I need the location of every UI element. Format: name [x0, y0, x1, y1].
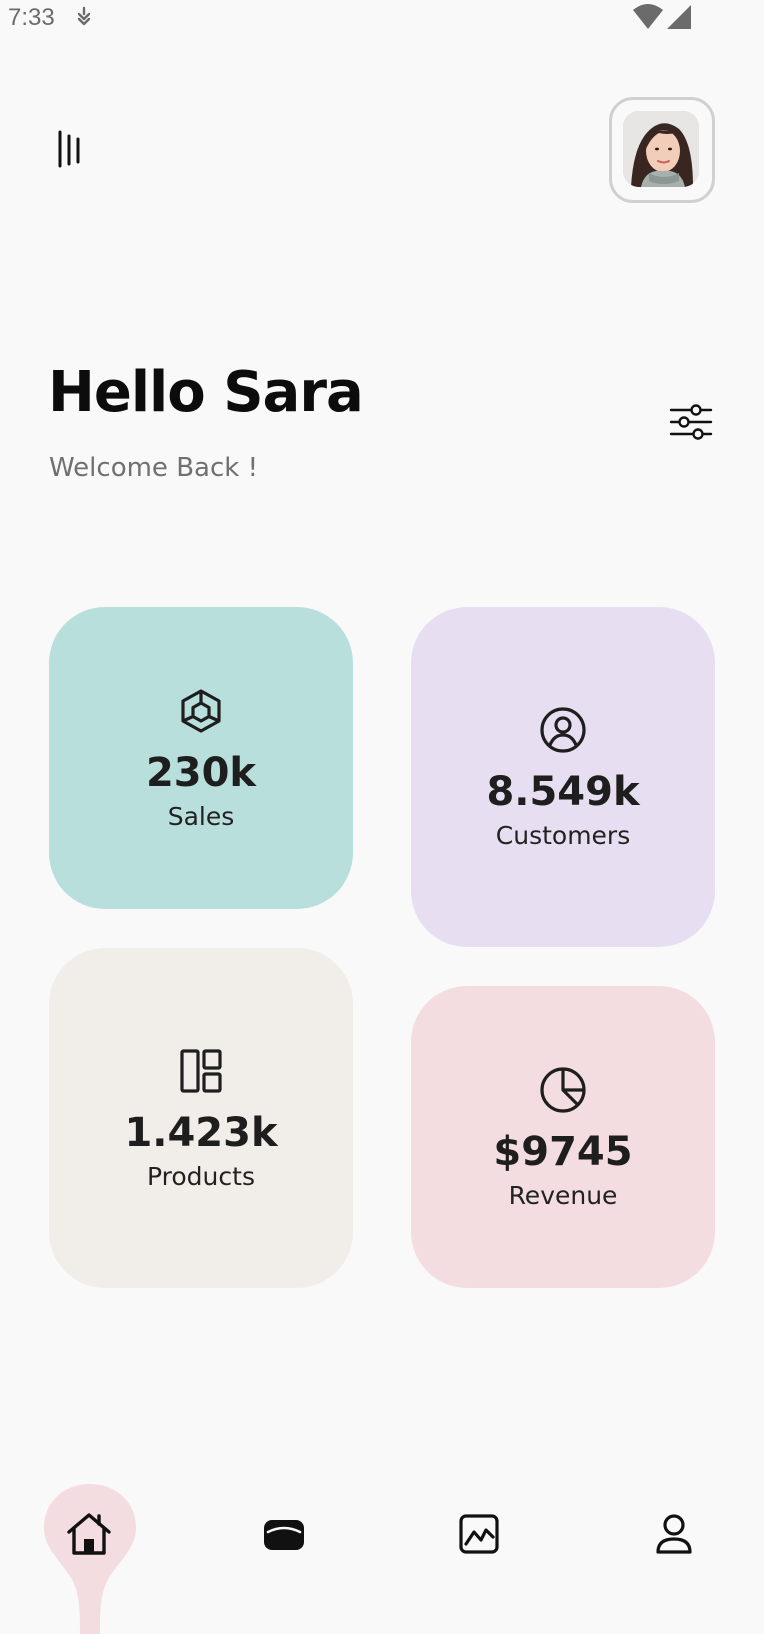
pie-chart-icon: [540, 1066, 586, 1113]
customers-label: Customers: [495, 820, 631, 850]
nav-wallet[interactable]: [260, 1510, 308, 1558]
stat-card-products[interactable]: 1.423k Products: [49, 948, 353, 1288]
page-title: Hello Sara: [48, 360, 364, 425]
avatar: [623, 111, 699, 187]
revenue-label: Revenue: [508, 1180, 618, 1210]
welcome-subtitle: Welcome Back !: [49, 453, 259, 483]
customers-value: 8.549k: [486, 768, 640, 815]
status-time: 7:33: [8, 4, 55, 31]
stat-card-revenue[interactable]: $9745 Revenue: [411, 986, 715, 1288]
wifi-icon: [633, 4, 663, 29]
user-circle-icon: [540, 706, 586, 753]
menu-button[interactable]: [50, 126, 90, 170]
menu-bars-icon: [58, 130, 80, 168]
avatar-button[interactable]: [609, 97, 715, 203]
sales-value: 230k: [145, 749, 257, 796]
filter-button[interactable]: [668, 402, 714, 442]
stat-card-sales[interactable]: 230k Sales: [49, 607, 353, 909]
revenue-value: $9745: [493, 1128, 633, 1175]
chart-icon: [459, 1514, 499, 1554]
nav-stats[interactable]: [455, 1510, 503, 1558]
home-icon: [67, 1513, 111, 1555]
profile-icon: [656, 1514, 692, 1554]
sales-label: Sales: [167, 801, 235, 831]
products-label: Products: [147, 1161, 255, 1191]
status-bar: 7:33: [0, 0, 764, 36]
user-avatar-photo: [623, 111, 699, 187]
sliders-icon: [669, 404, 713, 440]
stat-card-customers[interactable]: 8.549k Customers: [411, 607, 715, 947]
layout-icon: [180, 1048, 222, 1093]
products-value: 1.423k: [124, 1109, 278, 1156]
dnd-icon: [77, 6, 91, 26]
bottom-nav: [0, 1480, 764, 1634]
wallet-icon: [264, 1520, 304, 1550]
cube-icon: [181, 688, 221, 733]
nav-profile[interactable]: [650, 1510, 698, 1558]
nav-home[interactable]: [65, 1510, 113, 1558]
cellular-icon: [667, 5, 691, 29]
